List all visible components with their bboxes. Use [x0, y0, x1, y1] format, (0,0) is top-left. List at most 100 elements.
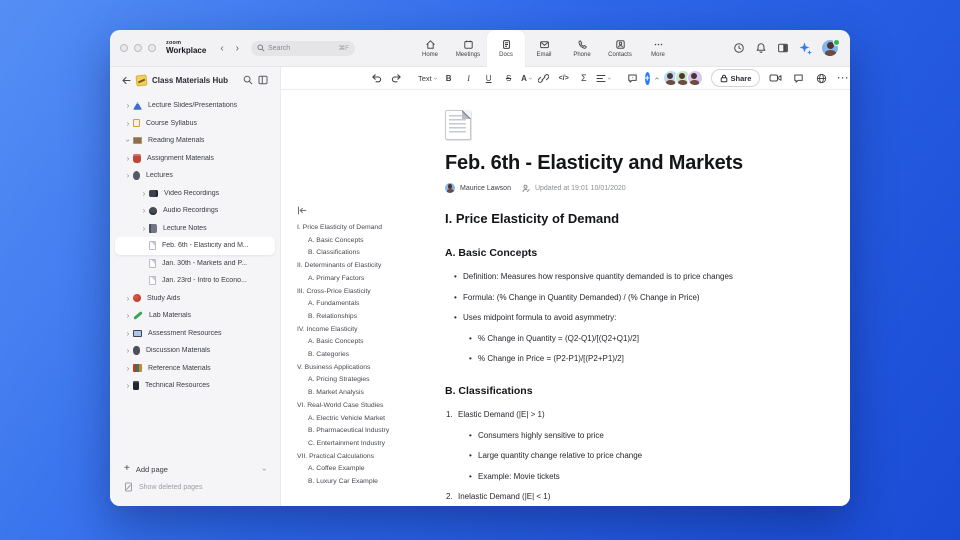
sidebar-item[interactable]: › Lab Materials — [115, 307, 275, 325]
doc-block-h3[interactable]: B. Classifications — [445, 385, 790, 397]
add-page-button[interactable]: + Add page › — [110, 460, 280, 478]
back-button[interactable]: ‹ — [220, 43, 223, 54]
sidebar-item[interactable]: › Video Recordings — [115, 185, 275, 203]
document-editor[interactable]: Feb. 6th - Elasticity and Markets Mauric… — [439, 90, 850, 506]
bold-button[interactable]: B — [441, 70, 456, 86]
outline-item[interactable]: V. Business Applications — [297, 362, 439, 375]
outline-item[interactable]: B. Market Analysis — [297, 387, 439, 400]
outline-item[interactable]: IV. Income Elasticity — [297, 324, 439, 337]
sidebar-item[interactable]: › Lecture Slides/Presentations — [115, 97, 275, 115]
sidebar-item[interactable]: ›Jan. 23rd - Intro to Econo... — [115, 272, 275, 290]
sidebar-search-icon[interactable] — [243, 75, 253, 85]
more-options-button[interactable]: ··· — [837, 73, 849, 83]
sidebar-item[interactable]: › Discussion Materials — [115, 342, 275, 360]
text-style-dropdown[interactable]: Text › — [418, 74, 438, 83]
doc-block-h2[interactable]: I. Price Elasticity of Demand — [445, 211, 790, 226]
chevron-icon[interactable]: › — [123, 101, 133, 110]
doc-block-li1[interactable]: • Formula: (% Change in Quantity Demanded… — [445, 293, 790, 303]
outline-item[interactable]: B. Categories — [297, 349, 439, 362]
doc-block-li2[interactable]: • Consumers highly sensitive to price — [445, 431, 790, 441]
chevron-icon[interactable]: › — [139, 206, 149, 215]
undo-button[interactable] — [369, 70, 384, 86]
code-button[interactable]: </> — [556, 70, 571, 86]
doc-block-li1[interactable]: • Definition: Measures how responsive qua… — [445, 272, 790, 282]
sidebar-item[interactable]: › Audio Recordings — [115, 202, 275, 220]
doc-block-num[interactable]: 1. Elastic Demand (|E| > 1) — [445, 410, 790, 420]
chat-button[interactable] — [791, 70, 806, 86]
text-color-button[interactable]: A › — [521, 74, 533, 83]
chevron-icon[interactable]: › — [123, 154, 133, 163]
doc-block-num[interactable]: 2. Inelastic Demand (|E| < 1) — [445, 492, 790, 502]
collapse-outline-icon[interactable] — [297, 206, 307, 215]
sidebar-item[interactable]: › Lectures — [115, 167, 275, 185]
history-clock-icon[interactable] — [733, 42, 745, 54]
chevron-icon[interactable]: › — [123, 311, 133, 320]
side-panel-icon[interactable] — [777, 42, 789, 54]
outline-item[interactable]: A. Fundamentals — [297, 298, 439, 311]
chevron-icon[interactable]: › — [123, 171, 133, 180]
forward-button[interactable]: › — [236, 43, 239, 54]
tab-phone[interactable]: Phone — [563, 30, 601, 66]
ai-add-button[interactable]: + — [644, 71, 650, 85]
user-avatar[interactable] — [822, 39, 840, 56]
tab-meetings[interactable]: Meetings — [449, 30, 487, 66]
sidebar-item[interactable]: › Reading Materials — [115, 132, 275, 150]
video-button[interactable] — [768, 70, 783, 86]
outline-item[interactable]: VII. Practical Calculations — [297, 451, 439, 464]
outline-item[interactable]: I. Price Elasticity of Demand — [297, 222, 439, 235]
redo-button[interactable] — [389, 70, 404, 86]
add-page-chevron-icon[interactable]: › — [260, 468, 269, 471]
link-button[interactable] — [536, 70, 551, 86]
back-arrow-icon[interactable] — [122, 76, 131, 85]
sidebar-item[interactable]: › Assessment Resources — [115, 325, 275, 343]
outline-item[interactable]: B. Classifications — [297, 247, 439, 260]
doc-block-li2[interactable]: • Large quantity change relative to price… — [445, 451, 790, 461]
tab-docs[interactable]: Docs — [487, 30, 525, 67]
chevron-icon[interactable]: › — [139, 189, 149, 198]
sidebar-item[interactable]: › Assignment Materials — [115, 150, 275, 168]
outline-item[interactable]: III. Cross-Price Elasticity — [297, 286, 439, 299]
outline-item[interactable]: B. Relationships — [297, 311, 439, 324]
doc-block-h3[interactable]: A. Basic Concepts — [445, 247, 790, 259]
minimize-button[interactable] — [134, 44, 142, 52]
collapse-sidebar-icon[interactable] — [258, 75, 268, 85]
chevron-icon[interactable]: › — [123, 329, 133, 338]
collapse-toolbar-button[interactable]: › — [652, 77, 661, 80]
comment-button[interactable] — [625, 70, 640, 86]
doc-block-li2[interactable]: • % Change in Quantity = (Q2-Q1)/[(Q2+Q1)… — [445, 334, 790, 344]
sidebar-item[interactable]: ›Feb. 6th - Elasticity and M... — [115, 237, 275, 255]
global-search-input[interactable]: Search ⌘F — [251, 40, 355, 56]
sidebar-item[interactable]: › Reference Materials — [115, 360, 275, 378]
ai-companion-sparkle-icon[interactable] — [799, 42, 812, 55]
sidebar-item[interactable]: › Course Syllabus — [115, 115, 275, 133]
outline-item[interactable]: B. Luxury Car Example — [297, 476, 439, 489]
outline-item[interactable]: B. Pharmaceutical Industry — [297, 425, 439, 438]
chevron-icon[interactable]: › — [123, 119, 133, 128]
strikethrough-button[interactable]: S — [501, 70, 516, 86]
collaborator-avatar[interactable] — [686, 70, 703, 86]
outline-item[interactable]: A. Basic Concepts — [297, 336, 439, 349]
chevron-icon[interactable]: › — [123, 381, 133, 390]
outline-item[interactable]: II. Determinants of Elasticity — [297, 260, 439, 273]
outline-item[interactable]: A. Primary Factors — [297, 273, 439, 286]
chevron-icon[interactable]: › — [123, 364, 133, 373]
close-button[interactable] — [120, 44, 128, 52]
outline-item[interactable]: VI. Real-World Case Studies — [297, 400, 439, 413]
show-deleted-pages-button[interactable]: Show deleted pages — [110, 478, 280, 496]
chevron-icon[interactable]: › — [123, 346, 133, 355]
italic-button[interactable]: I — [461, 70, 476, 86]
notifications-bell-icon[interactable] — [755, 42, 767, 54]
sidebar-item[interactable]: › Lecture Notes — [115, 220, 275, 238]
outline-item[interactable]: A. Electric Vehicle Market — [297, 413, 439, 426]
outline-item[interactable]: A. Basic Concepts — [297, 235, 439, 248]
web-globe-icon[interactable] — [814, 70, 829, 86]
share-button[interactable]: Share — [710, 69, 761, 87]
doc-block-li1[interactable]: • Uses midpoint formula to avoid asymmetr… — [445, 313, 790, 323]
doc-block-li2[interactable]: • Example: Movie tickets — [445, 472, 790, 482]
maximize-button[interactable] — [148, 44, 156, 52]
tab-contacts[interactable]: Contacts — [601, 30, 639, 66]
chevron-icon[interactable]: › — [124, 136, 133, 146]
outline-item[interactable]: A. Pricing Strategies — [297, 374, 439, 387]
chevron-icon[interactable]: › — [123, 294, 133, 303]
document-title[interactable]: Feb. 6th - Elasticity and Markets — [445, 152, 790, 175]
